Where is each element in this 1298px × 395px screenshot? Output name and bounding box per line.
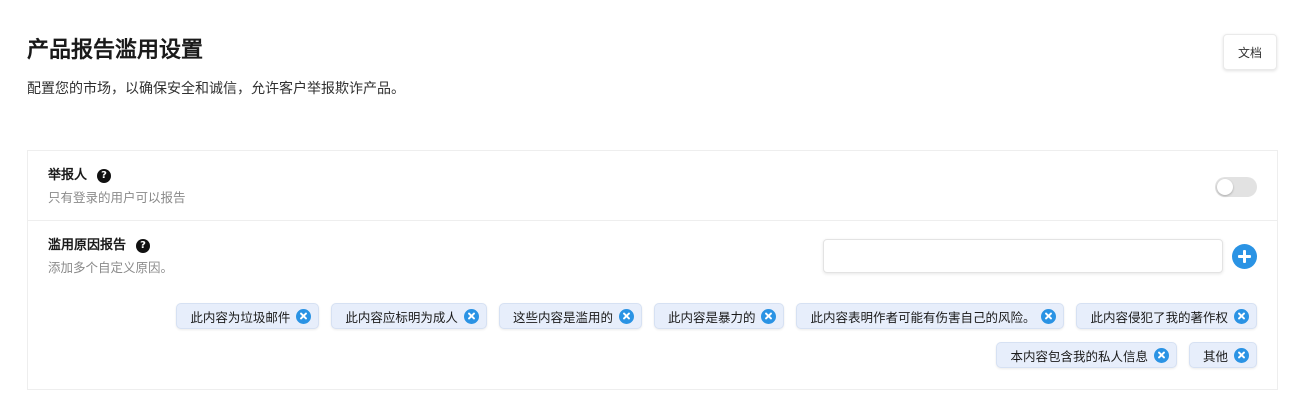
reason-tag-label: 这些内容是滥用的 [512, 309, 613, 325]
abuse-reasons-row: 滥用原因报告 ? [48, 237, 151, 255]
reason-input[interactable] [823, 239, 1223, 273]
reason-tag: 此内容为垃圾邮件 [176, 303, 320, 329]
reason-tag-label: 此内容表明作者可能有伤害自己的风险。 [810, 309, 1036, 325]
reason-tag: 此内容表明作者可能有伤害自己的风险。 [796, 303, 1065, 329]
reason-tag: 此内容应标明为成人 [331, 303, 487, 329]
remove-tag-icon[interactable] [618, 308, 634, 324]
reporter-description: 只有登录的用户可以报告 [48, 190, 186, 205]
remove-tag-icon[interactable] [296, 308, 312, 324]
remove-tag-icon[interactable] [1153, 347, 1169, 363]
reporter-toggle[interactable] [1215, 177, 1257, 197]
reason-tag: 本内容包含我的私人信息 [996, 342, 1177, 368]
abuse-reasons-label: 滥用原因报告 [48, 238, 127, 253]
row-divider [28, 220, 1277, 221]
reason-tag-label: 本内容包含我的私人信息 [1010, 348, 1148, 364]
plus-circle-icon[interactable] [1232, 244, 1257, 269]
abuse-reasons-description: 添加多个自定义原因。 [48, 260, 174, 275]
reason-tag: 其他 [1188, 342, 1257, 368]
reason-tag-label: 此内容是暴力的 [667, 309, 756, 325]
reason-tag: 这些内容是滥用的 [498, 303, 642, 329]
docs-button[interactable]: 文档 [1223, 34, 1277, 70]
page-title: 产品报告滥用设置 [27, 38, 204, 63]
reason-tag-label: 此内容应标明为成人 [345, 309, 458, 325]
toggle-knob [1217, 179, 1233, 195]
reporter-label: 举报人 [48, 168, 88, 183]
question-icon[interactable]: ? [136, 239, 151, 253]
remove-tag-icon[interactable] [761, 308, 777, 324]
page-subtitle: 配置您的市场，以确保安全和诚信，允许客户举报欺诈产品。 [27, 81, 405, 97]
remove-tag-icon[interactable] [1234, 347, 1249, 363]
reason-tag: 此内容侵犯了我的著作权 [1076, 303, 1257, 329]
reason-tag-label: 此内容侵犯了我的著作权 [1090, 309, 1228, 325]
remove-tag-icon[interactable] [463, 308, 479, 324]
reason-tag-label: 其他 [1202, 348, 1228, 364]
reason-tag-label: 此内容为垃圾邮件 [190, 309, 291, 325]
remove-tag-icon[interactable] [1234, 308, 1249, 324]
reporter-row: 举报人 ? [48, 167, 112, 185]
remove-tag-icon[interactable] [1041, 308, 1057, 324]
reason-tag: 此内容是暴力的 [653, 303, 785, 329]
reason-tag-list: 此内容为垃圾邮件 此内容应标明为成人 这些内容是滥用的 此内容是暴力的 此内容表… [117, 303, 1257, 368]
settings-card: 举报人 ? 只有登录的用户可以报告 滥用原因报告 ? 添加多个自定义原因。 此内… [27, 150, 1278, 390]
question-icon[interactable]: ? [97, 169, 112, 183]
